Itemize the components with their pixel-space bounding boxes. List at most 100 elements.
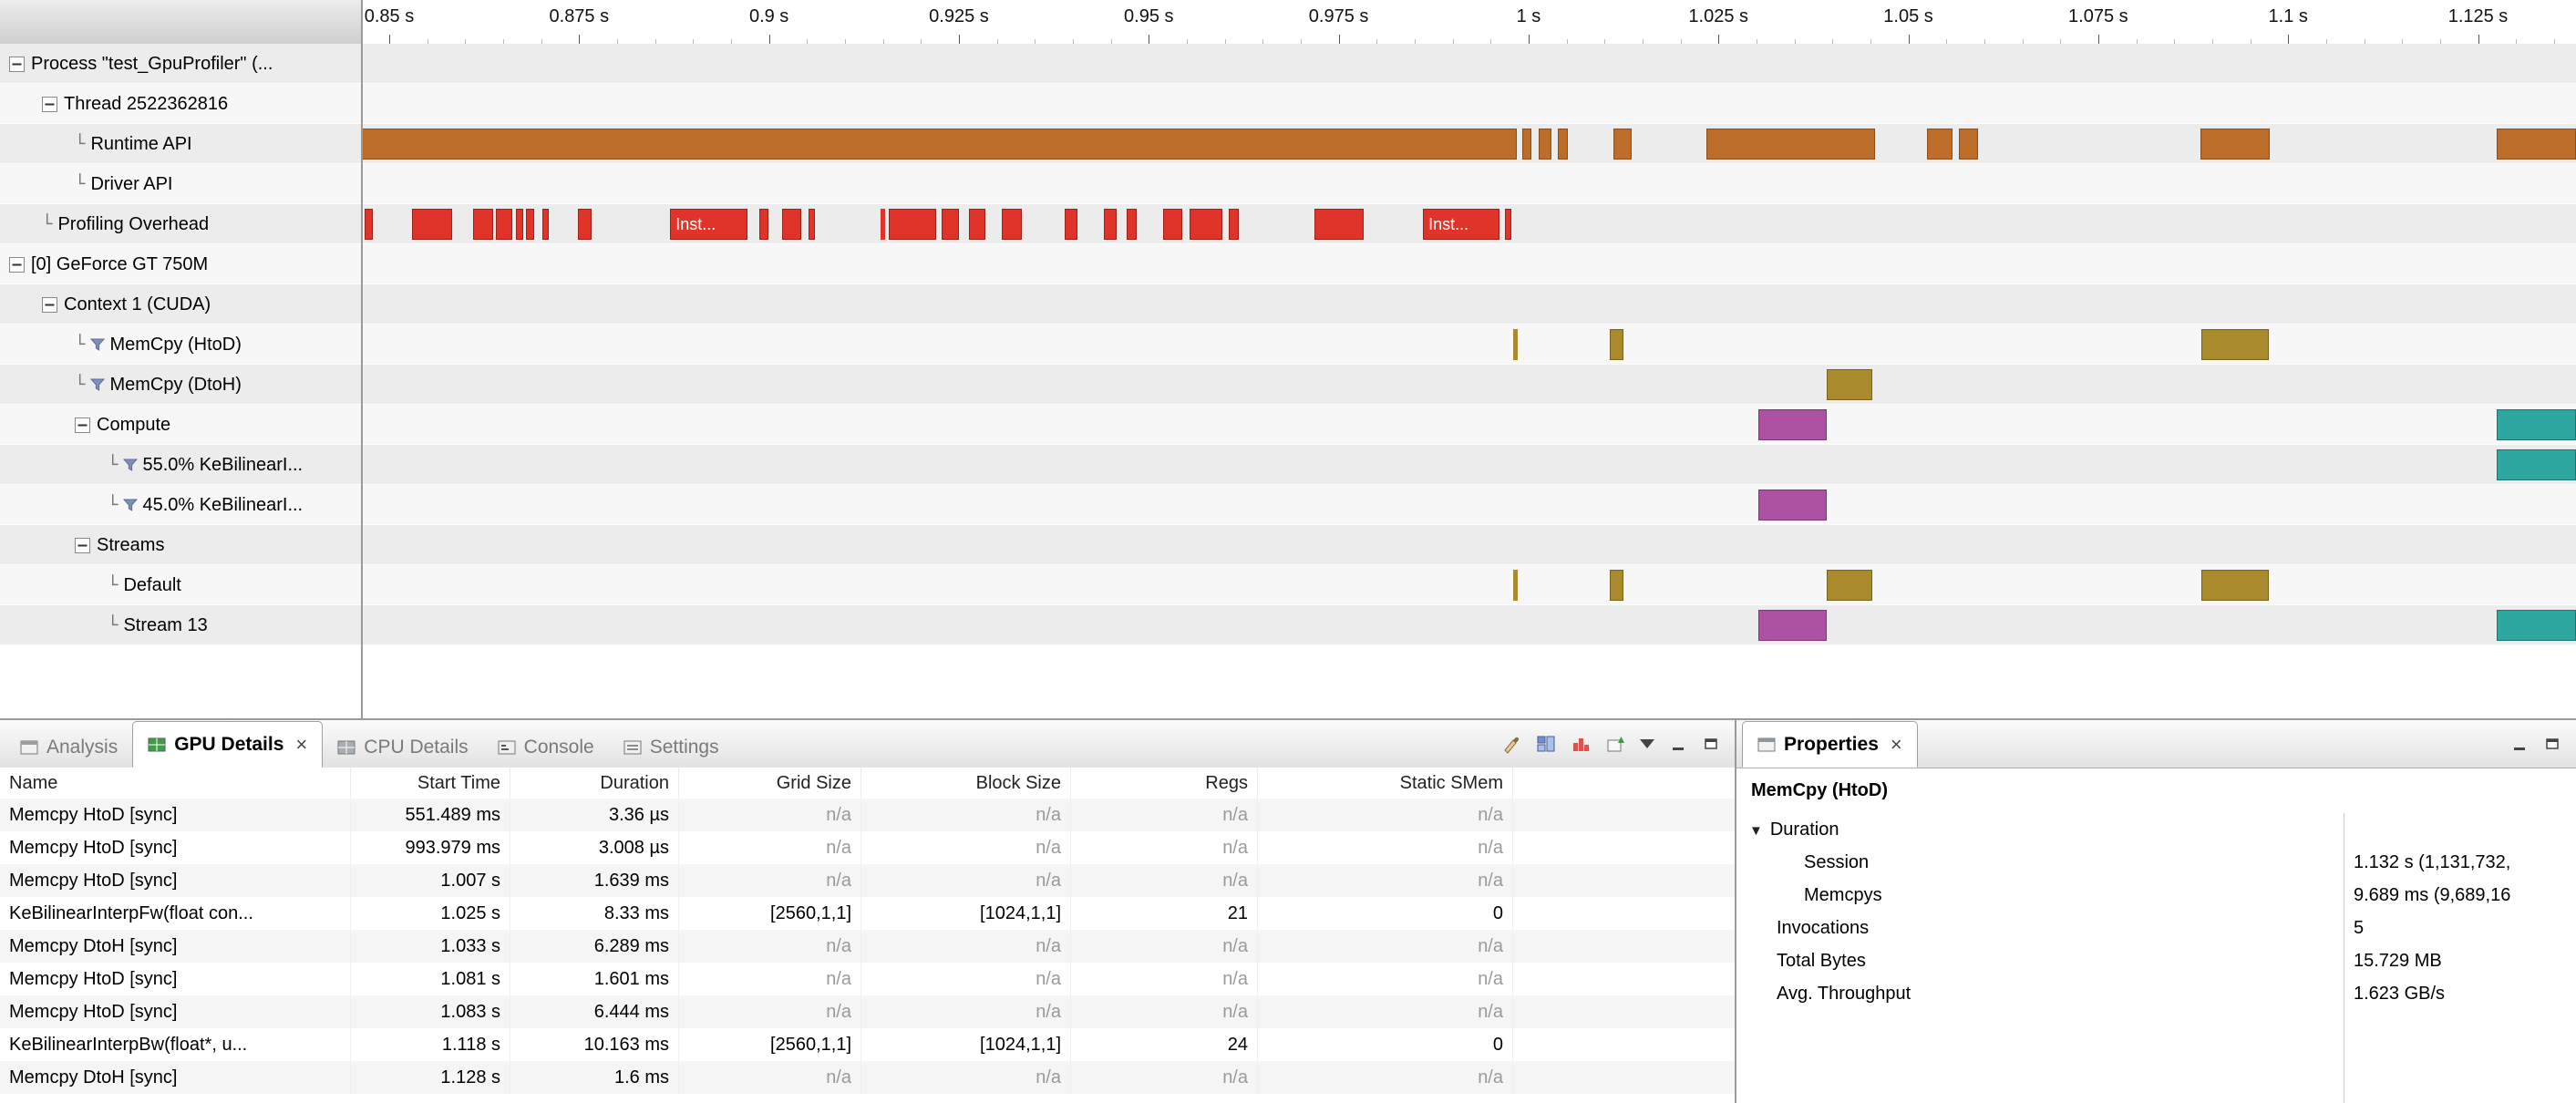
table-row[interactable]: KeBilinearInterpBw(float*, u... 1.118 s 10… bbox=[0, 1028, 1735, 1061]
timeline-bar-overhead[interactable] bbox=[941, 209, 959, 240]
table-row[interactable]: Memcpy HtoD [sync] 1.083 s 6.444 ms n/a n/a n… bbox=[0, 995, 1735, 1028]
timeline-bar-kernel45[interactable] bbox=[1757, 610, 1828, 641]
tab-close-icon[interactable]: × bbox=[295, 733, 307, 757]
tab-cpu-details[interactable]: CPU Details bbox=[323, 727, 482, 768]
column-header-start-time[interactable]: Start Time bbox=[351, 768, 510, 799]
timeline-bar-memcpy[interactable] bbox=[1513, 570, 1519, 601]
collapse-icon[interactable] bbox=[75, 417, 90, 433]
timeline-bar-overhead[interactable] bbox=[1163, 209, 1182, 240]
timeline-ruler[interactable]: 0.85 s 0.875 s 0.9 s 0.925 s 0.95 s 0.975 s 1 … bbox=[361, 0, 2576, 45]
timeline-bar-memcpy[interactable] bbox=[1827, 570, 1873, 601]
timeline-bar-runtime[interactable] bbox=[362, 129, 1518, 160]
brush-icon[interactable] bbox=[1501, 734, 1521, 754]
timeline-bar-memcpy[interactable] bbox=[1610, 329, 1624, 360]
tree-item-stream-default[interactable]: └ Default bbox=[0, 565, 467, 605]
collapse-icon[interactable] bbox=[75, 537, 90, 553]
tree-item-kernel-45[interactable]: └ 45.0% KeBilinearI... bbox=[0, 485, 467, 525]
tree-item-streams[interactable]: Streams bbox=[0, 525, 434, 565]
timeline-bar-overhead[interactable]: Inst... bbox=[670, 209, 748, 240]
restore-icon[interactable] bbox=[1702, 735, 1720, 753]
collapse-icon[interactable] bbox=[42, 296, 57, 313]
restore-icon[interactable] bbox=[2543, 735, 2561, 753]
timeline-bar-overhead[interactable] bbox=[781, 209, 801, 240]
timeline-bar-kernel55[interactable] bbox=[2497, 409, 2576, 440]
timeline-bar-memcpy[interactable] bbox=[1827, 369, 1873, 400]
table-row[interactable]: Memcpy HtoD [sync] 551.489 ms 3.36 µs n/a n/… bbox=[0, 799, 1735, 831]
tree-item-gpu[interactable]: [0] GeForce GT 750M bbox=[0, 244, 368, 284]
tab-properties[interactable]: Properties × bbox=[1742, 721, 1918, 768]
collapse-icon[interactable] bbox=[9, 56, 25, 72]
tab-close-icon[interactable]: × bbox=[1891, 733, 1902, 757]
tree-item-profiling-overhead[interactable]: └ Profiling Overhead bbox=[0, 204, 401, 244]
minimize-icon[interactable] bbox=[2510, 735, 2529, 753]
tree-item-driver-api[interactable]: └ Driver API bbox=[0, 164, 434, 204]
timeline-bar-kernel55[interactable] bbox=[2497, 610, 2576, 641]
timeline-bar-runtime[interactable] bbox=[1522, 129, 1532, 160]
timeline-bar-overhead[interactable] bbox=[516, 209, 523, 240]
layout-icon[interactable] bbox=[1536, 734, 1556, 754]
table-row[interactable]: KeBilinearInterpFw(float con... 1.025 s 8.… bbox=[0, 897, 1735, 930]
timeline-bar-overhead[interactable] bbox=[1127, 209, 1137, 240]
tab-analysis[interactable]: Analysis bbox=[5, 727, 132, 768]
table-row[interactable]: Memcpy HtoD [sync] 993.979 ms 3.008 µs n/a n… bbox=[0, 831, 1735, 864]
timeline-bar-overhead[interactable] bbox=[525, 209, 535, 240]
tree-splitter[interactable] bbox=[361, 0, 363, 718]
timeline-bar-runtime[interactable] bbox=[1705, 129, 1875, 160]
timeline-bar-overhead[interactable]: Inst... bbox=[1423, 209, 1500, 240]
table-row[interactable]: Memcpy DtoH [sync] 1.128 s 1.6 ms n/a n/a n/a… bbox=[0, 1061, 1735, 1094]
tab-console[interactable]: Console bbox=[483, 727, 609, 768]
tree-item-runtime-api[interactable]: └ Runtime API bbox=[0, 124, 434, 164]
timeline-bar-overhead[interactable] bbox=[1104, 209, 1118, 240]
timeline-bar-overhead[interactable] bbox=[889, 209, 936, 240]
tree-item-process[interactable]: Process "test_GpuProfiler" (... bbox=[0, 44, 368, 84]
column-header-static-smem[interactable]: Static SMem bbox=[1258, 768, 1513, 799]
table-row[interactable]: Memcpy HtoD [sync] 1.007 s 1.639 ms n/a n/a n… bbox=[0, 864, 1735, 897]
collapse-icon[interactable] bbox=[42, 96, 57, 112]
tree-item-stream-13[interactable]: └ Stream 13 bbox=[0, 605, 467, 645]
export-icon[interactable] bbox=[1605, 734, 1625, 754]
minimize-icon[interactable] bbox=[1669, 735, 1687, 753]
timeline-bar-runtime[interactable] bbox=[1613, 129, 1633, 160]
timeline-bar-runtime[interactable] bbox=[1926, 129, 1953, 160]
timeline-bar-runtime[interactable] bbox=[1557, 129, 1569, 160]
tree-item-memcpy-dtoh[interactable]: └ MemCpy (DtoH) bbox=[0, 365, 434, 405]
timeline-bar-kernel45[interactable] bbox=[1757, 490, 1828, 521]
tree-item-thread[interactable]: Thread 2522362816 bbox=[0, 84, 401, 124]
timeline-bar-overhead[interactable] bbox=[1228, 209, 1239, 240]
tree-item-compute[interactable]: Compute bbox=[0, 405, 434, 445]
timeline-bar-overhead[interactable] bbox=[1190, 209, 1223, 240]
timeline-bar-memcpy[interactable] bbox=[1513, 329, 1519, 360]
timeline-bar-memcpy[interactable] bbox=[2201, 329, 2270, 360]
view-menu-icon[interactable] bbox=[1640, 739, 1654, 748]
timeline-bar-overhead[interactable] bbox=[542, 209, 550, 240]
column-header-duration[interactable]: Duration bbox=[510, 768, 679, 799]
timeline-bar-kernel55[interactable] bbox=[2497, 449, 2576, 480]
timeline-bar-kernel45[interactable] bbox=[1757, 409, 1828, 440]
timeline-bar-overhead[interactable] bbox=[472, 209, 494, 240]
profile-icon[interactable] bbox=[1571, 734, 1591, 754]
timeline-bar-runtime[interactable] bbox=[1538, 129, 1551, 160]
timeline-bar-overhead[interactable] bbox=[1505, 209, 1512, 240]
column-header-block-size[interactable]: Block Size bbox=[861, 768, 1071, 799]
timeline-bar-overhead[interactable] bbox=[758, 209, 768, 240]
expand-arrow-icon[interactable]: ▼ bbox=[1749, 823, 1763, 839]
timeline-bar-overhead[interactable] bbox=[577, 209, 592, 240]
timeline-bar-memcpy[interactable] bbox=[2201, 570, 2270, 601]
tree-item-memcpy-htod[interactable]: └ MemCpy (HtoD) bbox=[0, 325, 434, 365]
timeline-bar-runtime[interactable] bbox=[1958, 129, 1979, 160]
table-row[interactable]: Memcpy HtoD [sync] 1.081 s 1.601 ms n/a n/a n… bbox=[0, 963, 1735, 995]
timeline-bar-overhead[interactable] bbox=[808, 209, 816, 240]
tab-gpu-details[interactable]: GPU Details × bbox=[132, 721, 324, 768]
column-header-regs[interactable]: Regs bbox=[1071, 768, 1258, 799]
timeline-bar-runtime[interactable] bbox=[2496, 129, 2576, 160]
collapse-icon[interactable] bbox=[9, 256, 25, 273]
timeline-bar-overhead[interactable] bbox=[1314, 209, 1365, 240]
timeline-bar-overhead[interactable] bbox=[496, 209, 512, 240]
timeline-bar-overhead[interactable] bbox=[881, 209, 886, 240]
timeline-bar-overhead[interactable] bbox=[1001, 209, 1023, 240]
timeline-bar-overhead[interactable] bbox=[411, 209, 453, 240]
column-header-grid-size[interactable]: Grid Size bbox=[679, 768, 861, 799]
table-row[interactable]: Memcpy DtoH [sync] 1.033 s 6.289 ms n/a n/a n… bbox=[0, 930, 1735, 963]
timeline-bar-runtime[interactable] bbox=[2200, 129, 2271, 160]
timeline-bar-overhead[interactable] bbox=[1064, 209, 1077, 240]
